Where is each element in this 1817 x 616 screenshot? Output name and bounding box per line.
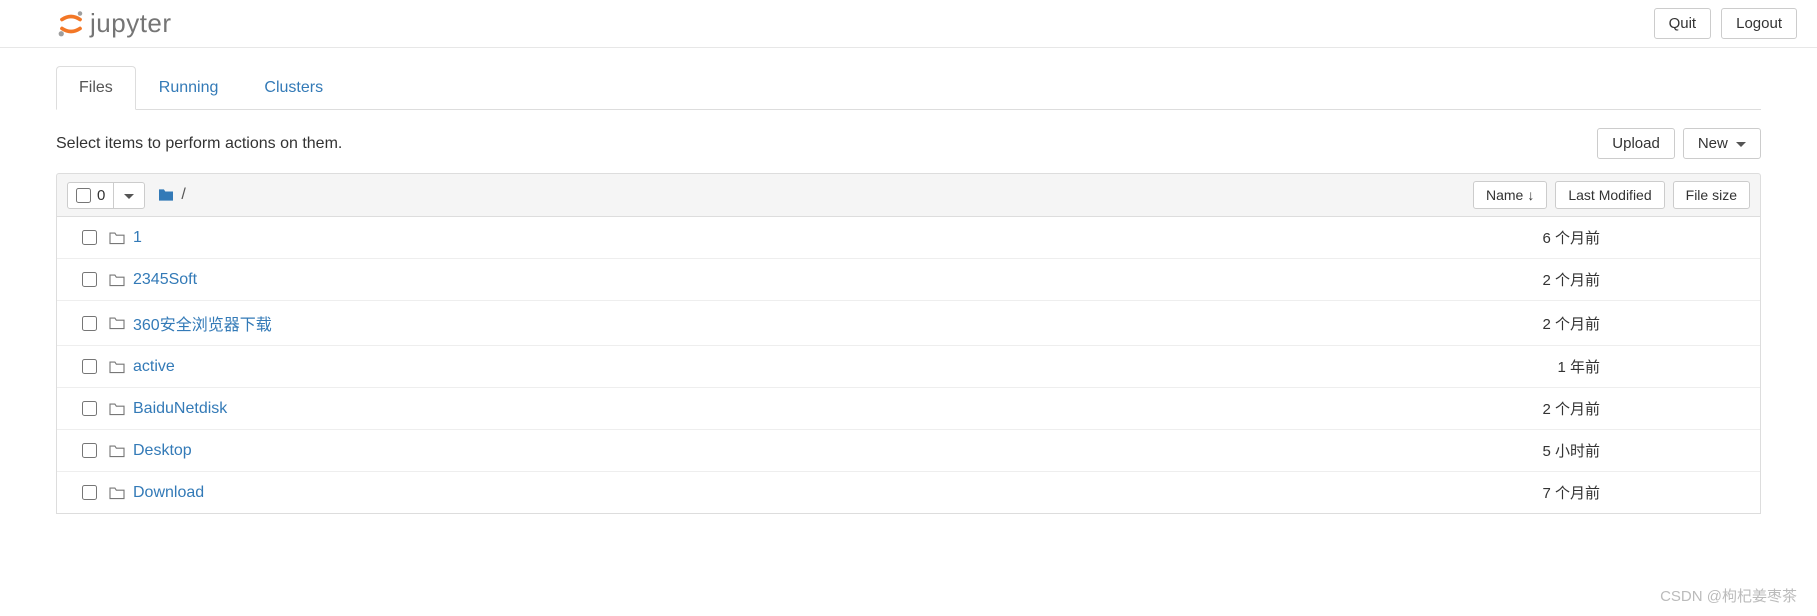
tab-files[interactable]: Files [56, 66, 136, 110]
row-checkbox[interactable] [82, 443, 97, 458]
new-button[interactable]: New [1683, 128, 1761, 159]
file-row: 1 6 个月前 [57, 217, 1760, 259]
row-folder-icon-wrap [103, 316, 131, 330]
row-name-link[interactable]: BaiduNetdisk [131, 400, 1490, 418]
row-folder-icon-wrap [103, 273, 131, 287]
row-name-link[interactable]: active [131, 358, 1490, 376]
folder-icon [108, 402, 126, 416]
row-folder-icon-wrap [103, 444, 131, 458]
jupyter-logo-text: jupyter [90, 8, 172, 39]
row-checkbox-wrap [67, 401, 103, 416]
list-header: 0 / Name ↓ Last Modified File size [56, 173, 1761, 217]
sort-name-button[interactable]: Name ↓ [1473, 181, 1547, 209]
row-folder-icon-wrap [103, 231, 131, 245]
file-row: Desktop 5 小时前 [57, 430, 1760, 472]
tabs: Files Running Clusters [56, 66, 1761, 110]
row-folder-icon-wrap [103, 402, 131, 416]
row-checkbox[interactable] [82, 230, 97, 245]
row-name-link[interactable]: Download [131, 484, 1490, 502]
folder-icon [108, 360, 126, 374]
main-container: Files Running Clusters Select items to p… [0, 66, 1817, 514]
breadcrumb[interactable]: / [157, 186, 185, 204]
row-checkbox-wrap [67, 316, 103, 331]
file-row: BaiduNetdisk 2 个月前 [57, 388, 1760, 430]
header-buttons: Quit Logout [1654, 8, 1797, 39]
file-list: 1 6 个月前 2345Soft 2 个月前 360安全浏览器下载 2 个月前 [56, 217, 1761, 514]
row-modified: 1 年前 [1490, 356, 1650, 377]
sort-size-button[interactable]: File size [1673, 181, 1750, 209]
tab-running[interactable]: Running [136, 66, 242, 110]
row-checkbox-wrap [67, 272, 103, 287]
row-modified: 2 个月前 [1490, 398, 1650, 419]
quit-button[interactable]: Quit [1654, 8, 1712, 39]
breadcrumb-root: / [181, 186, 185, 204]
sort-name-label: Name [1486, 187, 1523, 203]
logout-button[interactable]: Logout [1721, 8, 1797, 39]
caret-down-icon [124, 194, 134, 199]
row-modified: 2 个月前 [1490, 313, 1650, 334]
row-name-link[interactable]: 2345Soft [131, 271, 1490, 289]
select-all-group: 0 [67, 182, 145, 209]
file-row: 2345Soft 2 个月前 [57, 259, 1760, 301]
row-checkbox[interactable] [82, 359, 97, 374]
row-name-link[interactable]: 1 [131, 229, 1490, 247]
folder-icon [108, 273, 126, 287]
folder-icon [108, 444, 126, 458]
row-checkbox[interactable] [82, 316, 97, 331]
select-all-wrap: 0 [68, 183, 114, 208]
sort-modified-button[interactable]: Last Modified [1555, 181, 1664, 209]
folder-icon [108, 486, 126, 500]
row-checkbox[interactable] [82, 401, 97, 416]
row-checkbox[interactable] [82, 272, 97, 287]
jupyter-logo[interactable]: jupyter [56, 8, 172, 39]
row-checkbox-wrap [67, 443, 103, 458]
select-dropdown-toggle[interactable] [114, 183, 144, 207]
folder-icon [157, 188, 175, 202]
row-checkbox-wrap [67, 359, 103, 374]
row-name-link[interactable]: Desktop [131, 442, 1490, 460]
row-modified: 2 个月前 [1490, 269, 1650, 290]
row-name-link[interactable]: 360安全浏览器下载 [131, 311, 1490, 335]
selected-count: 0 [97, 187, 105, 204]
row-folder-icon-wrap [103, 486, 131, 500]
caret-down-icon [1736, 142, 1746, 147]
new-button-label: New [1698, 135, 1728, 152]
row-modified: 5 小时前 [1490, 440, 1650, 461]
watermark: CSDN @枸杞姜枣茶 [1660, 585, 1797, 606]
toolbar: Select items to perform actions on them.… [56, 110, 1761, 173]
row-folder-icon-wrap [103, 360, 131, 374]
toolbar-right: Upload New [1597, 128, 1761, 159]
row-checkbox-wrap [67, 230, 103, 245]
folder-icon [108, 231, 126, 245]
folder-icon [108, 316, 126, 330]
header: jupyter Quit Logout [0, 0, 1817, 48]
row-modified: 6 个月前 [1490, 227, 1650, 248]
arrow-down-icon: ↓ [1527, 187, 1534, 203]
jupyter-logo-icon [56, 9, 86, 39]
select-all-checkbox[interactable] [76, 188, 91, 203]
upload-button[interactable]: Upload [1597, 128, 1675, 159]
toolbar-hint: Select items to perform actions on them. [56, 135, 342, 153]
row-checkbox-wrap [67, 485, 103, 500]
file-row: active 1 年前 [57, 346, 1760, 388]
file-row: Download 7 个月前 [57, 472, 1760, 513]
row-modified: 7 个月前 [1490, 482, 1650, 503]
tab-clusters[interactable]: Clusters [241, 66, 346, 110]
row-checkbox[interactable] [82, 485, 97, 500]
file-row: 360安全浏览器下载 2 个月前 [57, 301, 1760, 346]
